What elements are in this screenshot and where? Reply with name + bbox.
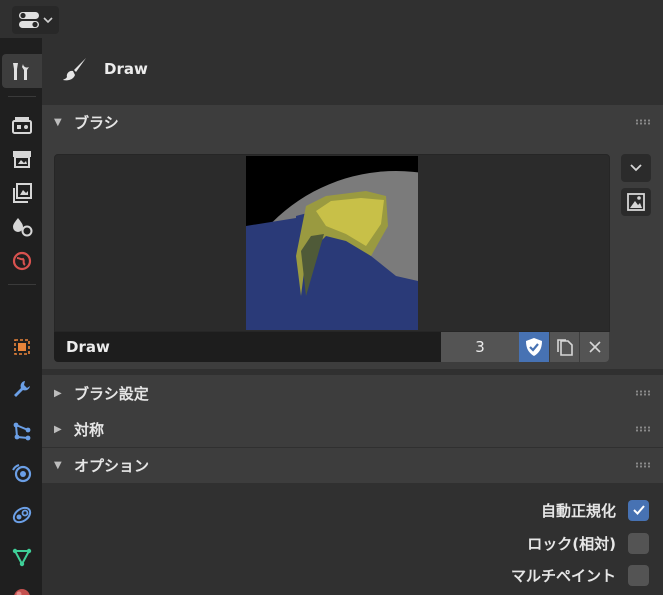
tab-particles[interactable] <box>2 414 42 448</box>
option-label: マルチペイント <box>510 566 616 585</box>
constraints-icon <box>12 506 32 524</box>
active-tool-name: Draw <box>104 60 148 78</box>
editor-type-button[interactable] <box>12 6 59 34</box>
tab-separator <box>8 284 36 285</box>
brush-panel-title: ブラシ <box>74 114 119 132</box>
brush-user-count[interactable]: 3 <box>441 332 519 362</box>
close-icon <box>588 341 601 353</box>
physics-icon <box>12 464 32 483</box>
multi-paint-checkbox[interactable] <box>628 564 649 586</box>
options-panel-title: オプション <box>74 457 150 475</box>
wrench-icon <box>14 381 30 397</box>
auto-normalize-checkbox[interactable] <box>628 499 649 521</box>
properties-header <box>0 0 663 38</box>
properties-main-region: Draw ▼ ブラシ Draw 3 ▶ ブラシ設定 ▶ 対称 ▼ オプション 自… <box>42 38 663 595</box>
drag-grip-icon[interactable] <box>635 390 651 396</box>
tab-scene[interactable] <box>2 210 42 244</box>
tab-render[interactable] <box>2 108 42 142</box>
tab-view-layer[interactable] <box>2 176 42 210</box>
duplicate-icon <box>556 339 573 356</box>
tab-world[interactable] <box>2 244 42 278</box>
tab-modifiers[interactable] <box>2 372 42 406</box>
collapsed-triangle-icon: ▶ <box>54 423 62 435</box>
lock-relative-option[interactable]: ロック(相対) <box>527 529 649 557</box>
brush-icon <box>63 58 86 81</box>
brush-datablock-row: Draw 3 <box>54 332 610 362</box>
brush-panel-header[interactable]: ▼ ブラシ <box>42 105 663 140</box>
option-label: 自動正規化 <box>540 501 616 520</box>
world-icon <box>12 251 32 271</box>
output-icon <box>13 151 31 168</box>
material-icon <box>14 589 30 595</box>
scene-icon <box>13 218 33 237</box>
unlink-brush-button[interactable] <box>579 332 609 362</box>
object-icon <box>14 339 30 355</box>
option-label: ロック(相対) <box>527 534 616 553</box>
mesh-data-icon <box>12 548 32 567</box>
tab-data[interactable] <box>2 540 42 574</box>
tab-object[interactable] <box>2 330 42 364</box>
view-layer-icon <box>13 183 32 203</box>
lock-relative-checkbox[interactable] <box>628 532 649 554</box>
expanded-triangle-icon: ▼ <box>54 460 62 471</box>
shield-icon <box>526 338 542 356</box>
symmetry-title: 対称 <box>74 420 105 439</box>
duplicate-brush-button[interactable] <box>549 332 579 362</box>
particles-icon <box>13 422 31 441</box>
brush-name-field[interactable]: Draw <box>54 332 441 362</box>
render-icon <box>12 117 32 134</box>
brush-settings-subpanel-header[interactable]: ▶ ブラシ設定 <box>42 375 663 411</box>
checkmark-icon <box>632 505 645 515</box>
symmetry-subpanel-header[interactable]: ▶ 対称 <box>42 411 663 447</box>
tab-separator <box>8 96 36 97</box>
fake-user-toggle[interactable] <box>519 332 549 362</box>
drag-grip-icon[interactable] <box>635 426 651 432</box>
tool-icon <box>13 63 29 80</box>
tab-physics[interactable] <box>2 456 42 490</box>
chevron-down-icon <box>630 164 642 172</box>
brush-image-button[interactable] <box>621 188 651 216</box>
tab-tool[interactable] <box>2 54 42 88</box>
image-icon <box>627 193 645 211</box>
properties-tab-strip <box>0 38 42 595</box>
brush-preview-thumbnail[interactable] <box>246 156 418 330</box>
multi-paint-option[interactable]: マルチペイント <box>511 561 649 589</box>
properties-editor-icon <box>19 12 39 28</box>
expanded-triangle-icon: ▼ <box>54 117 62 128</box>
drag-grip-icon[interactable] <box>635 119 651 125</box>
drag-grip-icon[interactable] <box>635 462 651 468</box>
collapsed-triangle-icon: ▶ <box>54 387 62 399</box>
auto-normalize-option[interactable]: 自動正規化 <box>541 496 649 524</box>
chevron-down-icon <box>43 17 53 24</box>
active-tool-header: Draw <box>42 38 663 100</box>
tab-output[interactable] <box>2 142 42 176</box>
brush-browser-dropdown[interactable] <box>621 154 651 182</box>
brush-settings-title: ブラシ設定 <box>74 384 149 403</box>
tab-constraints[interactable] <box>2 498 42 532</box>
tab-material[interactable] <box>2 578 42 595</box>
options-panel-header[interactable]: ▼ オプション <box>42 448 663 483</box>
